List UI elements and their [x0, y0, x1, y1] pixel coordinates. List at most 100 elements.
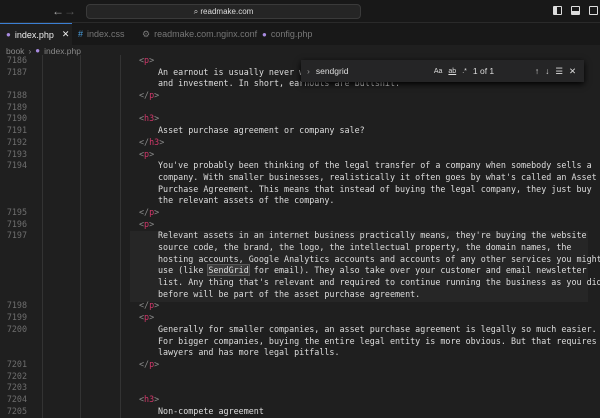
- code-text: the relevant assets of the company.: [158, 195, 335, 206]
- tab-label: config.php: [270, 29, 313, 39]
- toggle-secondary-sidebar-icon[interactable]: [589, 6, 598, 15]
- code-text-segment: for email). They also take over your cus…: [248, 265, 587, 276]
- code-line[interactable]: 7196 <p>: [0, 219, 600, 231]
- find-in-selection-icon[interactable]: ☰: [555, 66, 563, 77]
- code-line[interactable]: list. Any thing that's relevant and requ…: [0, 277, 600, 289]
- code-text: use (like SendGrid for email). They also…: [158, 264, 587, 277]
- code-line[interactable]: 7198 </p>: [0, 300, 600, 312]
- code-text: source code, the brand, the logo, the in…: [158, 242, 572, 252]
- code-line[interactable]: 7197 Relevant assets in an internet busin…: [0, 230, 600, 242]
- line-number: 7193: [6, 148, 27, 159]
- code-line[interactable]: hosting accounts, Google Analytics accou…: [0, 254, 600, 266]
- line-number: 7187: [6, 66, 27, 77]
- match-case-toggle[interactable]: Aa: [434, 68, 443, 75]
- code-line[interactable]: 7188 </p>: [0, 90, 600, 102]
- code-line[interactable]: Purchase Agreement. This means that inst…: [0, 184, 600, 196]
- line-number: 7204: [6, 393, 27, 404]
- code-line[interactable]: 7202: [0, 371, 600, 383]
- line-number: 7197: [6, 230, 27, 241]
- line-number: 7192: [6, 136, 27, 147]
- code-text: list. Any thing that's relevant and requ…: [158, 277, 600, 288]
- regex-toggle[interactable]: .*: [462, 68, 467, 75]
- gear-icon: ⚙: [142, 28, 151, 39]
- html-tag: </p>: [139, 90, 160, 101]
- line-number: 7194: [6, 160, 27, 171]
- match-count: 1 of 1: [472, 66, 495, 76]
- toggle-panel-icon[interactable]: [571, 6, 580, 15]
- code-text: An earnout is usually never wor: [158, 66, 315, 77]
- line-number: 7190: [6, 113, 27, 124]
- php-icon: ●: [6, 30, 11, 39]
- code-text: Generally for smaller companies, an asse…: [158, 323, 597, 334]
- html-tag: <h3>: [139, 113, 160, 124]
- code-line[interactable]: lawyers and has more legal pitfalls.: [0, 347, 600, 359]
- code-line[interactable]: 7194 You've probably been thinking of the…: [0, 160, 600, 172]
- code-text: lawyers and has more legal pitfalls.: [158, 347, 340, 358]
- match-word-toggle[interactable]: ab: [448, 68, 456, 75]
- html-tag: <p>: [139, 218, 155, 229]
- tab-index-php[interactable]: ● index.php ✕: [0, 23, 72, 45]
- tab-label: readmake.com.nginx.conf: [154, 29, 258, 39]
- toggle-sidebar-icon[interactable]: [553, 6, 562, 15]
- code-line[interactable]: use (like SendGrid for email). They also…: [0, 264, 600, 277]
- html-tag: <p>: [139, 312, 155, 323]
- line-number: 7186: [6, 55, 27, 65]
- code-line[interactable]: 7189: [0, 102, 600, 114]
- code-line[interactable]: source code, the brand, the logo, the in…: [0, 242, 600, 254]
- html-tag: </p>: [139, 300, 160, 311]
- line-number: 7205: [6, 405, 27, 416]
- line-number: 7196: [6, 218, 27, 229]
- close-icon[interactable]: ✕: [569, 66, 576, 77]
- code-line[interactable]: 7204 <h3>: [0, 394, 600, 406]
- html-tag: <p>: [139, 55, 155, 65]
- find-input[interactable]: sendgrid: [316, 66, 428, 76]
- line-number: 7200: [6, 323, 27, 334]
- toggle-replace-icon[interactable]: ›: [307, 66, 310, 76]
- code-line[interactable]: before will be part of the asset purchas…: [0, 289, 600, 301]
- code-text: hosting accounts, Google Analytics accou…: [158, 253, 600, 264]
- code-line[interactable]: 7205 Non-compete agreement: [0, 406, 600, 418]
- html-tag: </p>: [139, 358, 160, 369]
- code-text: Non-compete agreement: [158, 405, 264, 416]
- code-editor[interactable]: 7186 <p> 7187 An earnout is usually never w…: [0, 55, 600, 417]
- tab-label: index.css: [87, 29, 125, 39]
- code-line[interactable]: 7199 <p>: [0, 312, 600, 324]
- code-line[interactable]: 7203: [0, 382, 600, 394]
- editor-tabs: ● index.php ✕ # index.css ⚙ readmake.com.ngi…: [0, 23, 600, 45]
- forward-icon[interactable]: →: [64, 4, 76, 18]
- code-line[interactable]: the relevant assets of the company.: [0, 195, 600, 207]
- html-tag: </h3>: [139, 136, 165, 147]
- hash-icon: #: [78, 29, 84, 39]
- code-text: Relevant assets in an internet business …: [158, 230, 587, 241]
- code-line[interactable]: 7191 Asset purchase agreement or company …: [0, 125, 600, 137]
- code-line[interactable]: 7190 <h3>: [0, 113, 600, 125]
- tab-config-php[interactable]: ● config.php: [256, 23, 326, 45]
- code-line[interactable]: 7201 </p>: [0, 359, 600, 371]
- html-tag: <h3>: [139, 393, 160, 404]
- code-text: Asset purchase agreement or company sale…: [158, 125, 365, 136]
- address-text: readmake.com: [200, 7, 254, 16]
- arrow-down-icon[interactable]: ↓: [545, 66, 549, 76]
- search-match: SendGrid: [207, 264, 250, 277]
- code-line[interactable]: 7192 </h3>: [0, 137, 600, 149]
- address-bar[interactable]: ⌕ readmake.com: [86, 4, 361, 19]
- title-bar: ← → ⌕ readmake.com: [0, 0, 600, 23]
- code-text: You've probably been thinking of the leg…: [158, 160, 592, 171]
- code-line[interactable]: 7193 <p>: [0, 149, 600, 161]
- close-icon[interactable]: ✕: [62, 29, 70, 40]
- back-icon[interactable]: ←: [52, 4, 64, 18]
- html-tag: <p>: [139, 148, 155, 159]
- html-tag: </p>: [139, 206, 160, 217]
- code-line[interactable]: For bigger companies, buying the entire …: [0, 336, 600, 348]
- line-number: 7203: [6, 382, 27, 393]
- code-line[interactable]: 7200 Generally for smaller companies, an …: [0, 324, 600, 336]
- tab-index-css[interactable]: # index.css: [72, 23, 132, 45]
- code-line[interactable]: company. With smaller businesses, realis…: [0, 172, 600, 184]
- tab-nginx-conf[interactable]: ⚙ readmake.com.nginx.conf: [132, 23, 258, 45]
- arrow-up-icon[interactable]: ↑: [535, 66, 539, 76]
- code-text-segment: use (like: [158, 265, 209, 276]
- tab-label: index.php: [14, 29, 54, 40]
- code-line[interactable]: 7195 </p>: [0, 207, 600, 219]
- line-number: 7195: [6, 206, 27, 217]
- line-number: 7202: [6, 370, 27, 381]
